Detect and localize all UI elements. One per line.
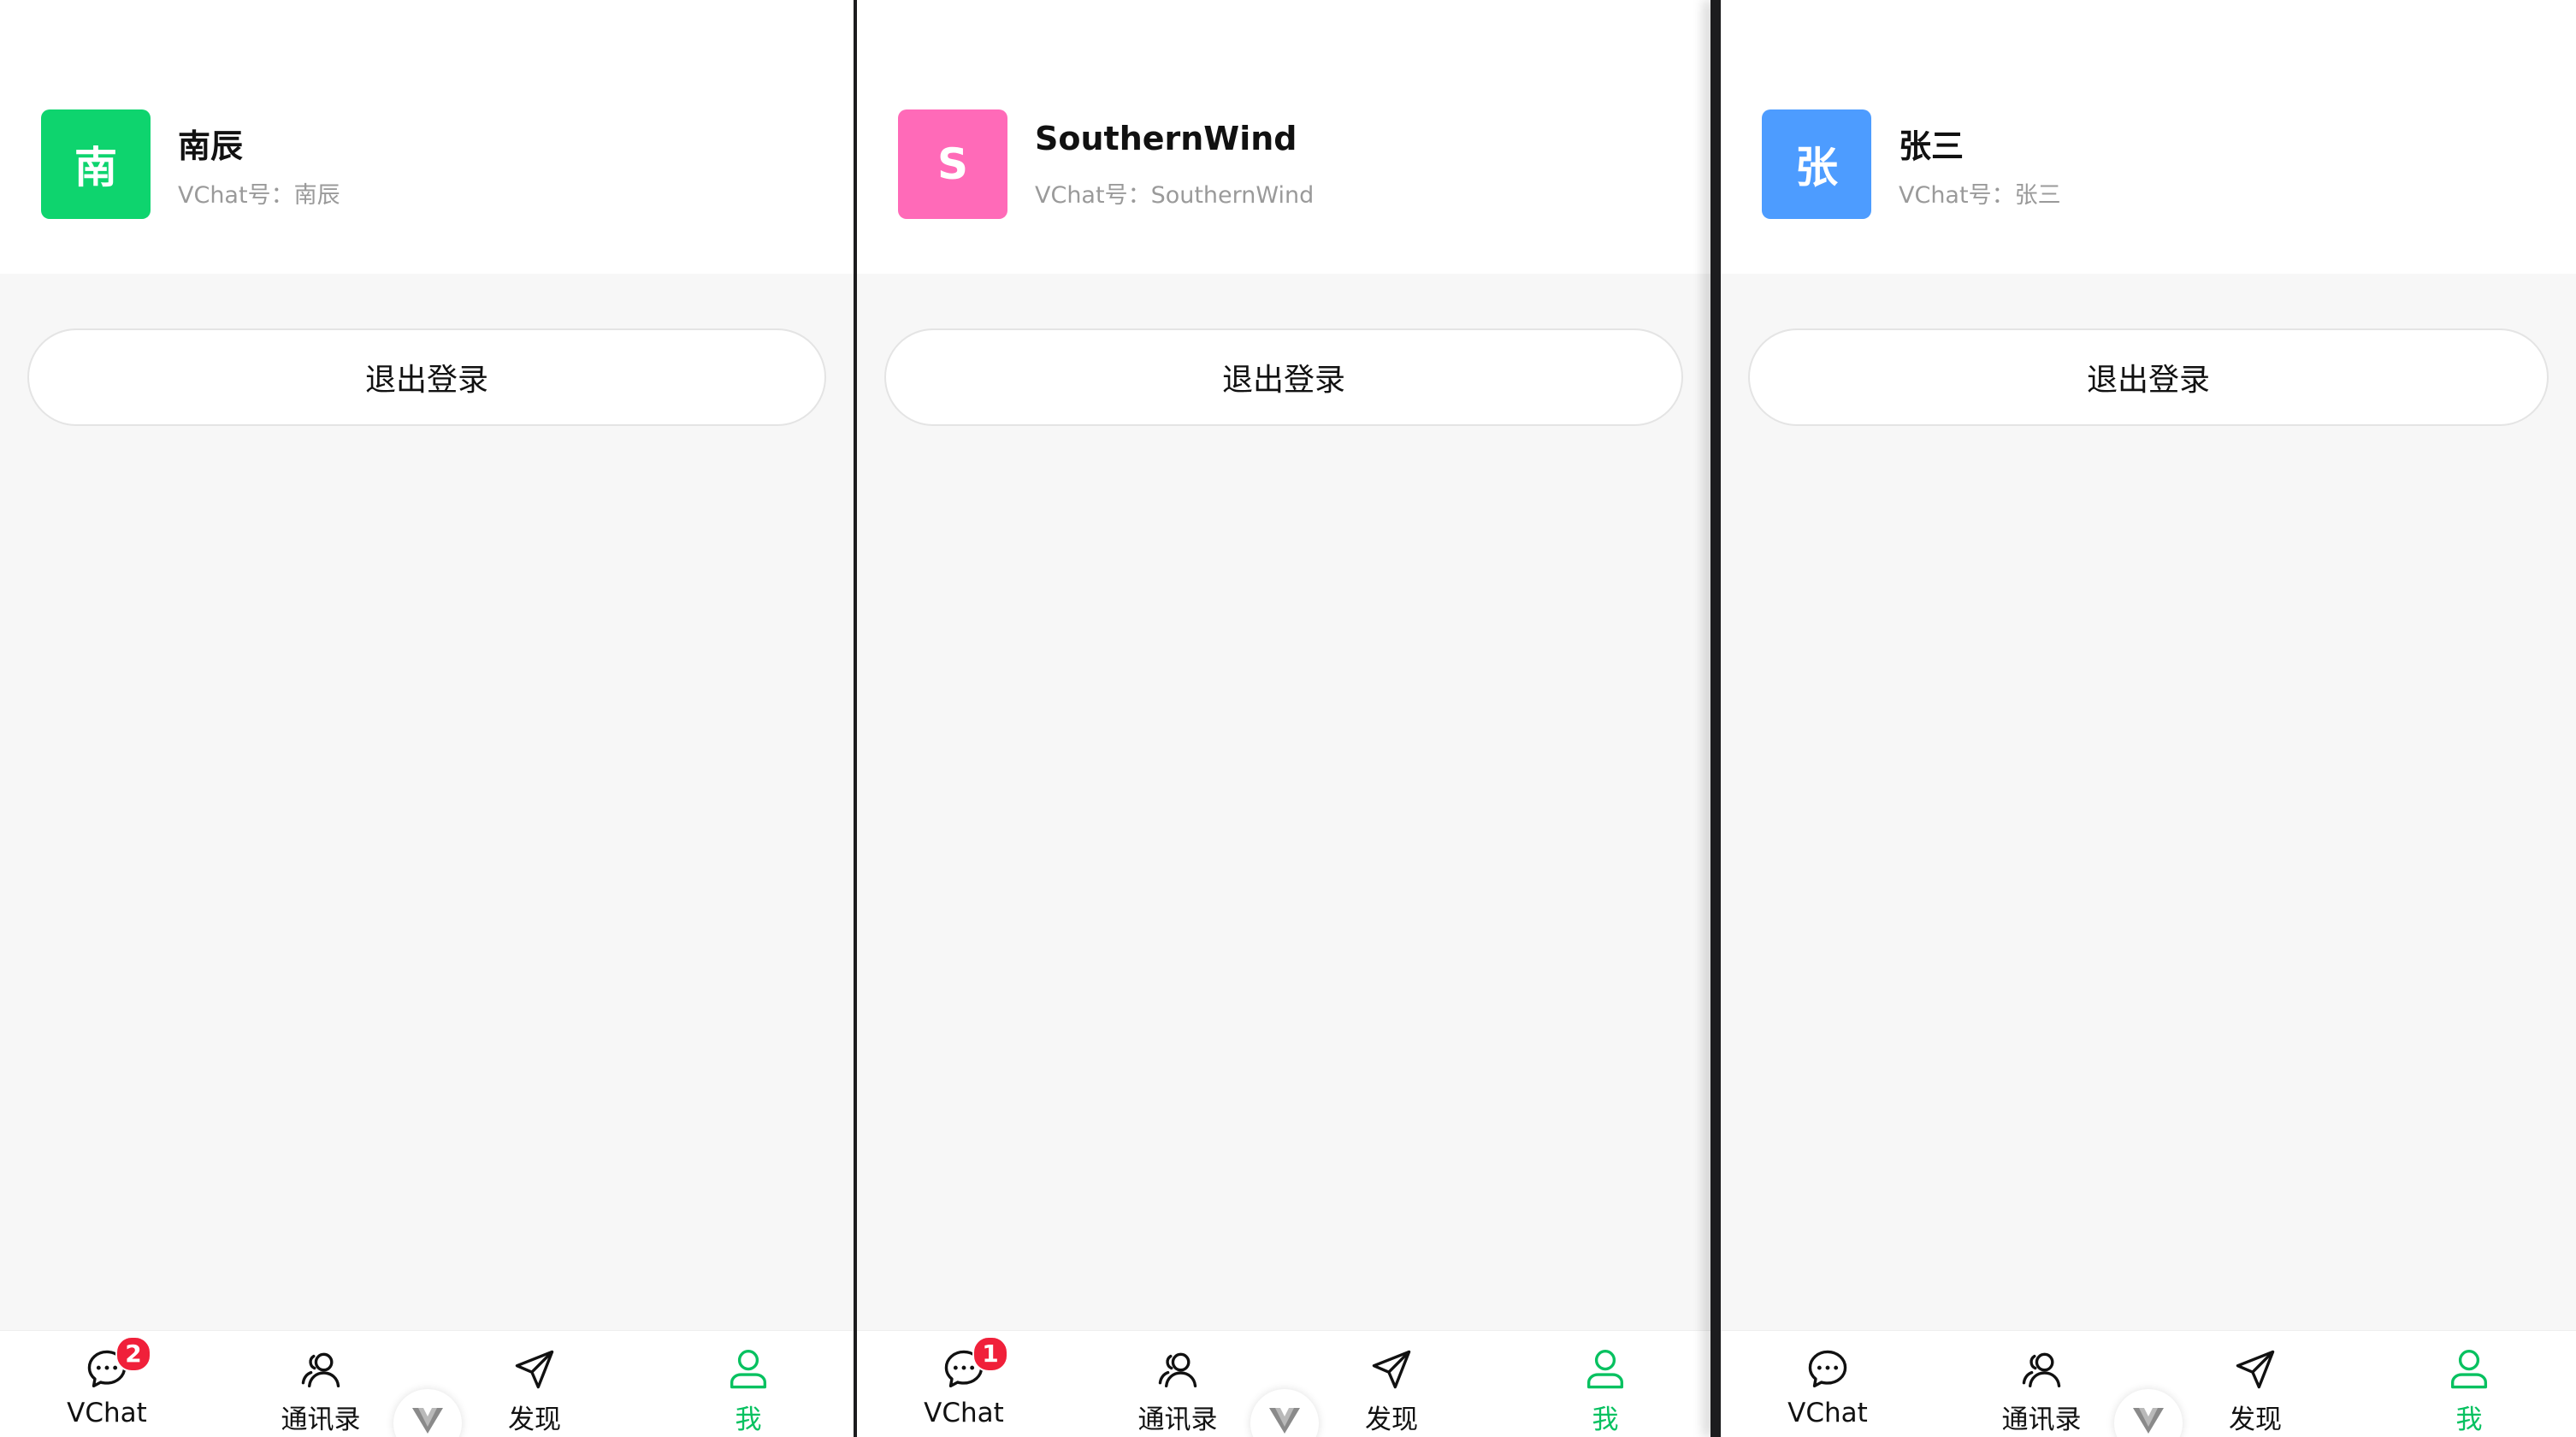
tab-bar: 2 VChat 通讯录 发现 我 [0, 1330, 854, 1437]
tab-label: VChat [924, 1398, 1004, 1428]
tab-label: 通讯录 [1137, 1404, 1218, 1435]
tab-contacts[interactable]: 通讯录 [1956, 1331, 2127, 1437]
avatar: S [898, 109, 1007, 219]
tab-discover[interactable]: 发现 [449, 1331, 620, 1437]
vchat-id: VChat号：张三 [1899, 182, 2061, 209]
discover-icon [2236, 1350, 2275, 1389]
tab-me[interactable]: 我 [663, 1331, 834, 1437]
contacts-icon [2022, 1352, 2061, 1388]
unread-badge: 1 [972, 1336, 1008, 1372]
tab-contacts[interactable]: 通讯录 [1092, 1331, 1263, 1437]
tab-me[interactable]: 我 [1520, 1331, 1691, 1437]
tab-label: VChat [67, 1398, 147, 1428]
unread-badge: 2 [115, 1336, 151, 1372]
profile-name: SouthernWind [1035, 120, 1297, 157]
tab-bar: VChat 通讯录 发现 我 [1721, 1330, 2576, 1437]
tab-label: 通讯录 [2001, 1404, 2082, 1435]
profile-name: 张三 [1899, 127, 1964, 165]
app-window-3: 张 张三 VChat号：张三 退出登录 VChat 通讯录 发现 我 [1721, 0, 2576, 1437]
discover-icon [515, 1350, 554, 1389]
tab-discover[interactable]: 发现 [2170, 1331, 2341, 1437]
tab-label: 发现 [2229, 1404, 2282, 1435]
contacts-icon [1158, 1352, 1197, 1388]
me-icon [2450, 1350, 2488, 1389]
v-logo-icon [412, 1408, 443, 1434]
tab-label: 发现 [508, 1404, 561, 1435]
profile-name: 南辰 [178, 127, 244, 165]
tab-vchat[interactable]: 2 VChat [21, 1331, 192, 1437]
avatar: 张 [1762, 109, 1871, 219]
tab-vchat[interactable]: 1 VChat [878, 1331, 1049, 1437]
multi-window-stage: 南 南辰 VChat号：南辰 退出登录 2 VChat 通讯录 发现 我 S S… [0, 0, 2576, 1437]
me-icon [730, 1350, 767, 1389]
profile-card[interactable]: S SouthernWind VChat号：SouthernWind [857, 0, 1710, 274]
me-icon [1586, 1350, 1624, 1389]
logout-button[interactable]: 退出登录 [884, 328, 1683, 426]
logout-button[interactable]: 退出登录 [27, 328, 826, 426]
profile-card[interactable]: 南 南辰 VChat号：南辰 [0, 0, 854, 274]
vchat-id: VChat号：SouthernWind [1035, 182, 1315, 209]
tab-label: 我 [735, 1404, 762, 1435]
tab-discover[interactable]: 发现 [1306, 1331, 1477, 1437]
v-logo-icon [2133, 1408, 2164, 1434]
tab-bar: 1 VChat 通讯录 发现 我 [857, 1330, 1710, 1437]
tab-vchat[interactable]: VChat [1742, 1331, 1913, 1437]
chat-icon [1808, 1350, 1847, 1388]
tab-label: 我 [1592, 1404, 1619, 1435]
vchat-id: VChat号：南辰 [178, 182, 340, 209]
profile-card[interactable]: 张 张三 VChat号：张三 [1721, 0, 2576, 274]
avatar: 南 [41, 109, 151, 219]
tab-contacts[interactable]: 通讯录 [235, 1331, 406, 1437]
tab-label: 发现 [1365, 1404, 1418, 1435]
app-window-1: 南 南辰 VChat号：南辰 退出登录 2 VChat 通讯录 发现 我 [0, 0, 854, 1437]
discover-icon [1372, 1350, 1411, 1389]
app-window-2: S SouthernWind VChat号：SouthernWind 退出登录 … [857, 0, 1710, 1437]
tab-label: VChat [1787, 1398, 1868, 1428]
contacts-icon [301, 1352, 340, 1388]
logout-button[interactable]: 退出登录 [1748, 328, 2549, 426]
tab-label: 通讯录 [281, 1404, 361, 1435]
tab-label: 我 [2455, 1404, 2483, 1435]
tab-me[interactable]: 我 [2384, 1331, 2555, 1437]
v-logo-icon [1269, 1408, 1300, 1434]
